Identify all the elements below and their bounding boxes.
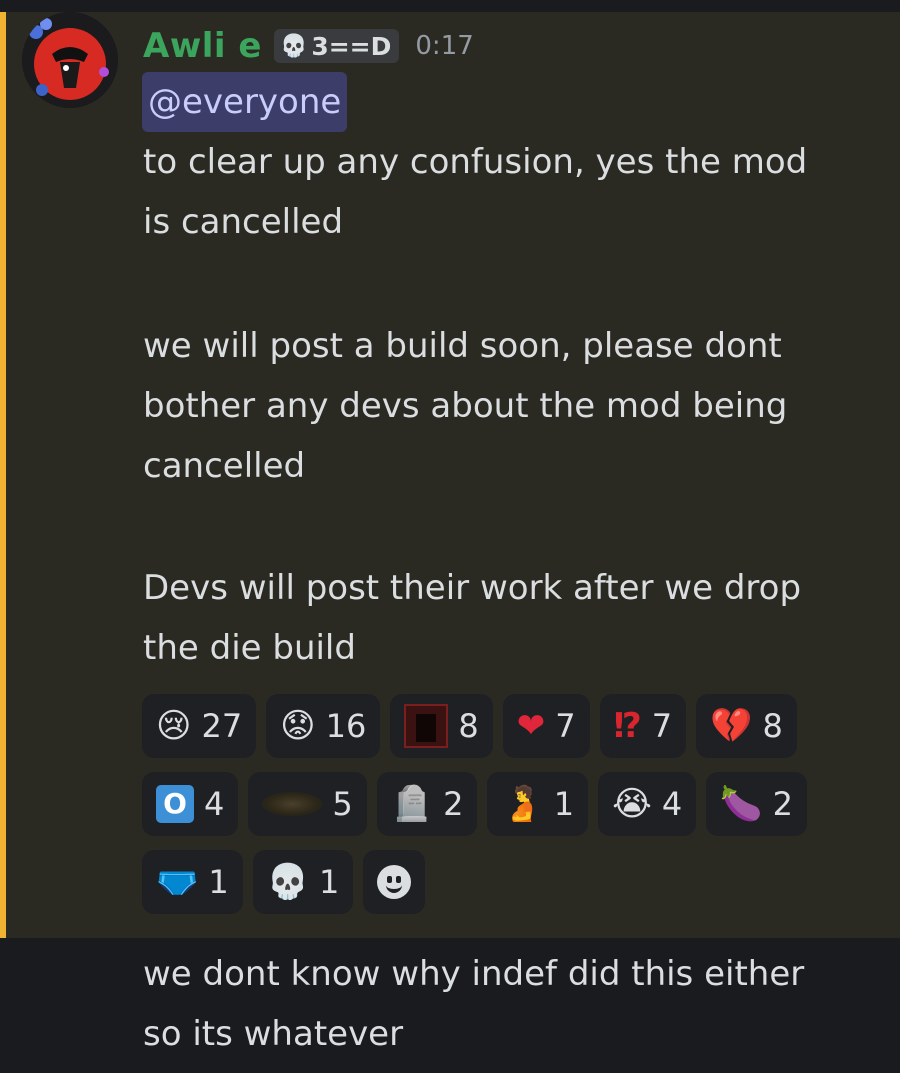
reaction-loudly-crying-face[interactable]: 😭 4: [598, 772, 697, 836]
reaction-broken-heart[interactable]: 💔 8: [696, 694, 797, 758]
reaction-count: 8: [762, 707, 783, 745]
add-reaction-button[interactable]: [363, 850, 426, 914]
skull-emoji: 💀: [266, 862, 310, 902]
clan-tag-label: 3==D: [311, 31, 392, 61]
message-line: Devs will post their work after we drop: [143, 568, 802, 608]
reaction-crying-face[interactable]: 😢 27: [142, 694, 257, 758]
reaction-custom-dark-image[interactable]: 8: [390, 694, 493, 758]
timestamp[interactable]: 0:17: [415, 31, 473, 61]
red-heart-emoji: ❤: [516, 706, 546, 746]
message-line: the die build: [143, 628, 356, 668]
custom-dark-image-emoji: [404, 704, 449, 748]
loudly-crying-face-emoji: 😭: [612, 784, 652, 824]
reaction-custom-smudge[interactable]: 5: [248, 772, 367, 836]
custom-smudge-emoji: [262, 792, 323, 816]
clan-tag[interactable]: 💀 3==D: [273, 29, 400, 63]
reaction-red-heart[interactable]: ❤ 7: [502, 694, 590, 758]
reaction-count: 7: [555, 707, 576, 745]
reaction-count: 27: [201, 707, 243, 745]
reaction-worried-face[interactable]: 😟 16: [266, 694, 381, 758]
reaction-count: 5: [332, 785, 353, 823]
reaction-count: 1: [208, 863, 229, 901]
briefs-emoji: 🩲: [156, 862, 199, 902]
top-strip: [0, 0, 900, 12]
broken-heart-emoji: 💔: [710, 706, 753, 746]
message-line: cancelled: [143, 446, 306, 486]
reaction-eggplant[interactable]: 🍆 2: [706, 772, 807, 836]
message-line: is cancelled: [143, 202, 344, 242]
everyone-mention[interactable]: @everyone: [142, 72, 348, 132]
reaction-count: 2: [772, 785, 793, 823]
avatar[interactable]: [22, 12, 118, 108]
add-reaction-smiley-icon: [377, 865, 412, 899]
reaction-count: 2: [443, 785, 464, 823]
mention-indicator-bar: [0, 12, 6, 938]
crying-face-emoji: 😢: [156, 706, 192, 746]
message-header: Awli e 💀 3==D 0:17: [143, 22, 474, 70]
reaction-count: 1: [553, 785, 575, 823]
reaction-count: 4: [661, 785, 683, 823]
reaction-count: 7: [651, 707, 673, 745]
reaction-briefs[interactable]: 🩲 1: [142, 850, 243, 914]
eggplant-emoji: 🍆: [720, 784, 763, 824]
followup-line: we dont know why indef did this either: [143, 954, 805, 994]
worried-face-emoji: 😟: [280, 706, 316, 746]
reaction-interrobang[interactable]: ⁉ 7: [599, 694, 687, 758]
reaction-count: 4: [204, 785, 225, 823]
interrobang-emoji: ⁉: [613, 706, 642, 746]
message-line: bother any devs about the mod being: [143, 386, 788, 426]
reaction-o-button[interactable]: O 4: [142, 772, 239, 836]
reaction-headstone[interactable]: 🪦 2: [376, 772, 478, 836]
reaction-count: 16: [325, 707, 367, 745]
avatar-image: [22, 12, 118, 108]
o-button-emoji: O: [156, 785, 194, 823]
reactions-bar: 😢 27 😟 16 8 ❤ 7 ⁉ 7 💔 8 O 4 5 🪦 2 🫄 1 😭 …: [142, 694, 862, 928]
pregnant-person-emoji: 🫄: [501, 784, 544, 824]
skull-icon: 💀: [279, 33, 308, 59]
reaction-pregnant-person[interactable]: 🫄 1: [487, 772, 589, 836]
headstone-emoji: 🪦: [390, 784, 434, 824]
username[interactable]: Awli e: [143, 26, 262, 66]
reaction-count: 1: [319, 863, 340, 901]
message-line: we will post a build soon, please dont: [143, 326, 782, 366]
reaction-count: 8: [458, 707, 479, 745]
followup-line: so its whatever: [143, 1014, 404, 1054]
reaction-skull[interactable]: 💀 1: [252, 850, 354, 914]
message-line: to clear up any confusion, yes the mod: [143, 142, 808, 182]
